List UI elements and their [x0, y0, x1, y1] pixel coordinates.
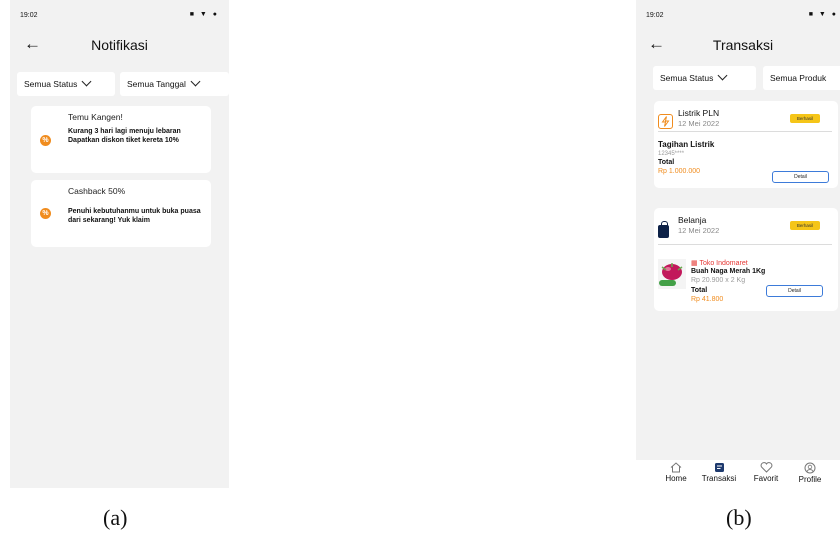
- divider: [658, 131, 832, 132]
- notification-card[interactable]: Cashback 50% Penuhi kebutuhanmu untuk bu…: [31, 180, 211, 247]
- nav-label: Transaksi: [701, 474, 737, 483]
- status-bar: 19:02 ■ ▼ ●: [636, 0, 840, 30]
- profile-icon: [804, 462, 816, 474]
- home-icon: [670, 462, 682, 473]
- status-time: 19:02: [646, 12, 664, 19]
- bolt-icon-graphic: [661, 116, 670, 127]
- nav-item-transaksi[interactable]: Transaksi: [697, 462, 741, 483]
- page-title: Transaksi: [712, 37, 774, 53]
- status-badge: Berhasil: [790, 114, 820, 123]
- bottom-navigation: Home Transaksi Favorit Profile: [636, 460, 840, 488]
- nav-label: Favorit: [753, 474, 779, 483]
- total-label: Total: [691, 287, 708, 294]
- status-filter-label: Semua Status: [24, 79, 78, 89]
- discount-icon: [40, 135, 51, 146]
- nav-item-favorit[interactable]: Favorit: [744, 462, 788, 483]
- shopping-bag-icon: [658, 221, 669, 238]
- detail-button[interactable]: Detail: [766, 285, 823, 297]
- date-filter-dropdown[interactable]: Semua Tanggal: [120, 72, 229, 96]
- transaction-date: 12 Mei 2022: [678, 119, 720, 128]
- status-filter-label: Semua Status: [660, 73, 714, 83]
- transaction-card[interactable]: Belanja 12 Mei 2022 Berhasil ▦ Toko Indo…: [654, 208, 838, 311]
- caption-b: (b): [726, 505, 752, 530]
- transaction-card[interactable]: Listrik PLN 12 Mei 2022 Berhasil Tagihan…: [654, 101, 838, 188]
- transaction-date: 12 Mei 2022: [678, 226, 720, 235]
- price-quantity: Rp 20.900 x 2 Kg: [691, 277, 746, 284]
- total-label: Total: [658, 159, 675, 166]
- status-icons: ■ ▼ ●: [189, 11, 219, 18]
- product-filter-label: Semua Produk: [770, 73, 827, 83]
- chevron-down-icon: [717, 70, 728, 81]
- product-filter-dropdown[interactable]: Semua Produk: [763, 66, 840, 90]
- transaction-icon: [714, 463, 724, 472]
- transactions-screen: 19:02 ■ ▼ ● ← Transaksi Semua Status Sem…: [636, 0, 840, 488]
- status-filter-dropdown[interactable]: Semua Status: [653, 66, 756, 90]
- header: ← Transaksi: [636, 32, 840, 62]
- dragon-fruit-graphic: [658, 259, 686, 289]
- chevron-down-icon: [190, 76, 201, 87]
- nav-label: Profile: [798, 475, 822, 484]
- notification-body: Penuhi kebutuhanmu untuk buka puasa dari…: [68, 208, 201, 224]
- chevron-down-icon: [81, 76, 92, 87]
- status-bar: 19:02 ■ ▼ ●: [10, 0, 229, 30]
- status-icons: ■ ▼ ●: [808, 11, 838, 18]
- item-name: Tagihan Listrik: [658, 140, 715, 149]
- product-name: Buah Naga Merah 1Kg: [691, 268, 766, 275]
- discount-icon: [40, 208, 51, 219]
- dragon-fruit-image: [658, 259, 686, 289]
- transaction-name: Listrik PLN: [678, 108, 720, 118]
- store-name-label: Toko Indomaret: [699, 260, 748, 267]
- total-amount: Rp 1.000.000: [658, 168, 701, 175]
- caption-a: (a): [103, 505, 128, 530]
- notification-title: Cashback 50%: [68, 186, 126, 196]
- header: ← Notifikasi: [10, 32, 229, 62]
- bolt-icon: [658, 114, 673, 129]
- detail-button[interactable]: Detail: [772, 171, 829, 183]
- notification-title: Temu Kangen!: [68, 112, 123, 122]
- notification-body: Kurang 3 hari lagi menuju lebaran Dapatk…: [68, 128, 181, 144]
- nav-item-profile[interactable]: Profile: [788, 462, 832, 484]
- total-amount: Rp 41.800: [691, 296, 724, 303]
- status-filter-dropdown[interactable]: Semua Status: [17, 72, 115, 96]
- nav-label: Home: [665, 474, 687, 483]
- nav-item-home[interactable]: Home: [654, 462, 698, 483]
- account-number: 12345****: [658, 151, 685, 157]
- notifications-screen: 19:02 ■ ▼ ● ← Notifikasi Semua Status Se…: [10, 0, 229, 488]
- heart-icon: [760, 462, 772, 473]
- page-title: Notifikasi: [91, 37, 148, 53]
- store-name: ▦ Toko Indomaret: [691, 259, 748, 267]
- date-filter-label: Semua Tanggal: [127, 79, 186, 89]
- divider: [658, 244, 832, 245]
- status-badge: Berhasil: [790, 221, 820, 230]
- status-time: 19:02: [20, 12, 38, 19]
- notification-card[interactable]: Temu Kangen! Kurang 3 hari lagi menuju l…: [31, 106, 211, 173]
- transaction-name: Belanja: [678, 215, 707, 225]
